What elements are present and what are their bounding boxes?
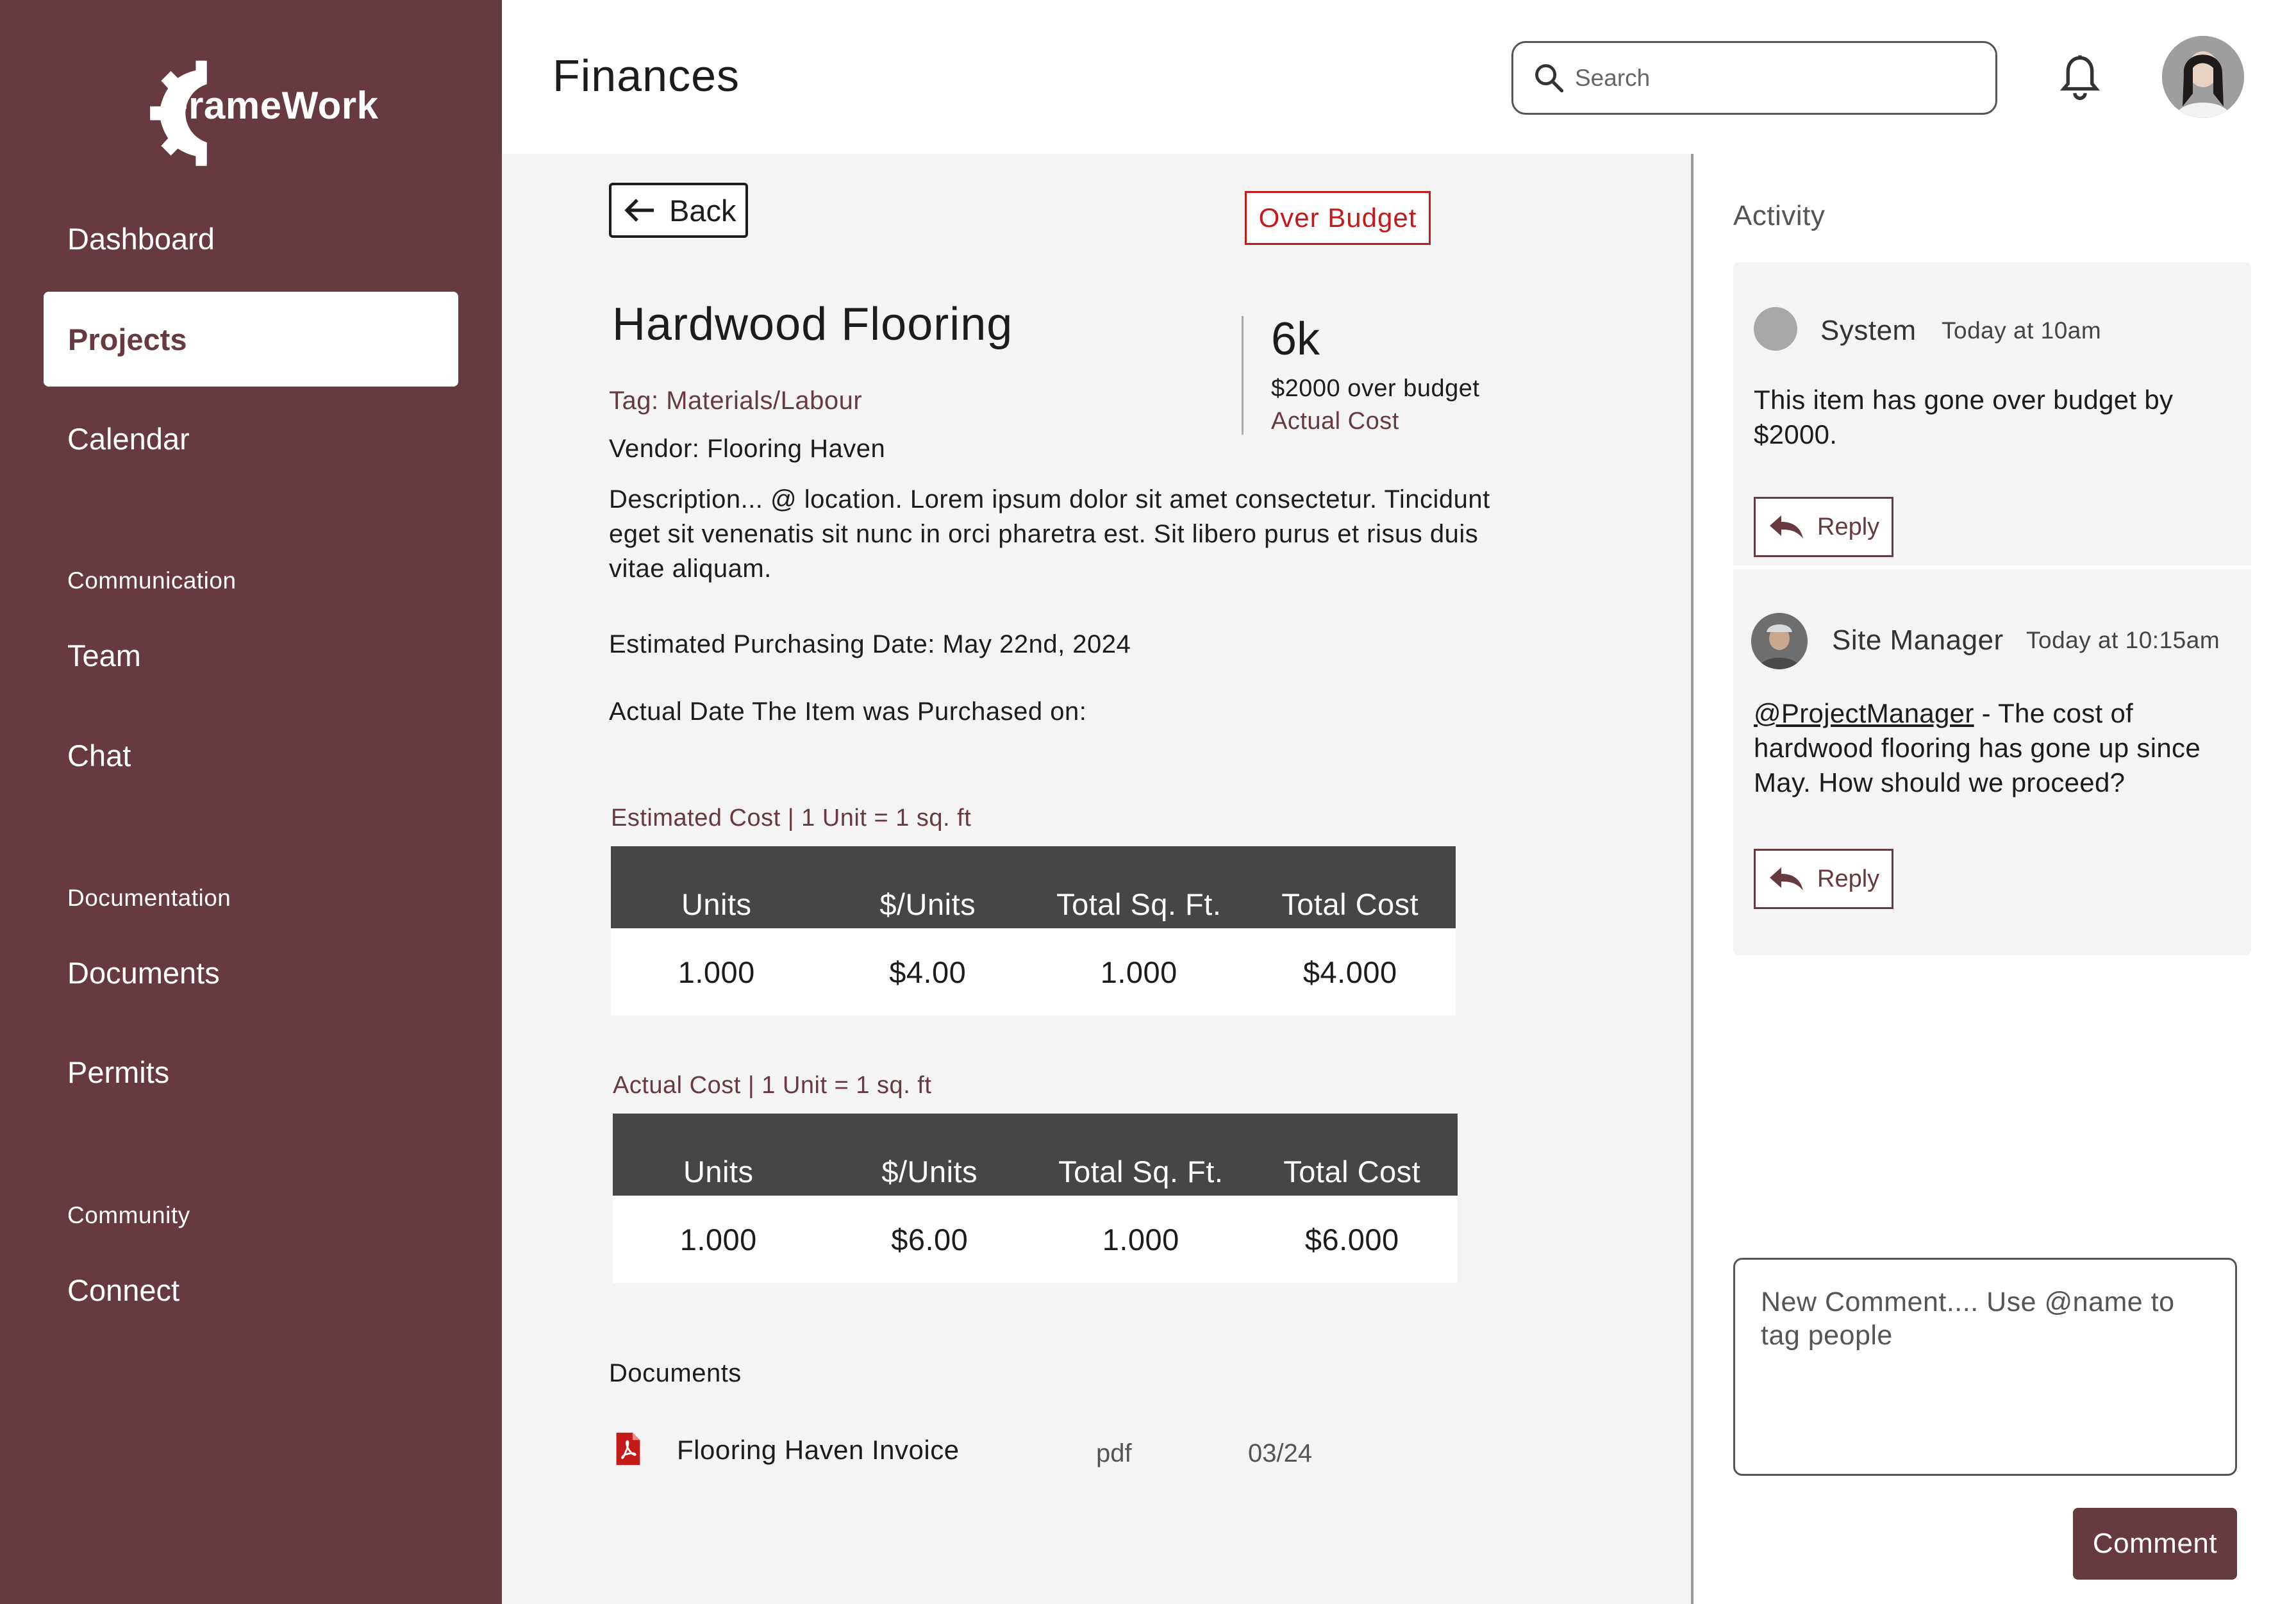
table-row: 1.000 $4.00 1.000 $4.000 <box>611 928 1456 1015</box>
nav-section-documentation: Documentation <box>67 885 231 911</box>
item-title: Hardwood Flooring <box>612 299 1013 350</box>
comment-author: Site Manager <box>1832 624 2004 656</box>
table-header-cell: Total Sq. Ft. <box>1058 1155 1224 1189</box>
summary-divider <box>1242 316 1244 435</box>
notification-bell-icon[interactable] <box>2059 54 2101 103</box>
nav-item-team[interactable]: Team <box>67 638 141 673</box>
item-tag: Tag: Materials/Labour <box>609 387 863 415</box>
table-header-cell: Total Cost <box>1283 1155 1421 1189</box>
status-badge: Over Budget <box>1245 191 1431 245</box>
reply-button[interactable]: Reply <box>1754 497 1893 557</box>
mention-link[interactable]: @ProjectManager <box>1754 698 1974 728</box>
reply-arrow-icon <box>1770 867 1803 890</box>
table-header-row: Units $/Units Total Sq. Ft. Total Cost <box>611 846 1456 928</box>
comment-text: This item has gone over budget by $2000. <box>1754 385 2174 449</box>
search-icon <box>1535 63 1564 92</box>
over-budget-amount: $2000 over budget <box>1271 375 1480 402</box>
table-cell: 1.000 <box>1100 955 1177 989</box>
item-description: Description... @ location. Lorem ipsum d… <box>609 485 1490 583</box>
nav-item-chat[interactable]: Chat <box>67 738 131 773</box>
actual-cost-label: Actual Cost <box>1271 408 1399 435</box>
reply-button-label: Reply <box>1817 865 1880 892</box>
sidebar: FrameWork Dashboard Projects Calendar Co… <box>0 0 502 1604</box>
activity-comment: Site Manager Today at 10:15am @ProjectMa… <box>1733 569 2251 955</box>
table-header-row: Units $/Units Total Sq. Ft. Total Cost <box>613 1114 1458 1196</box>
table-cell: $4.000 <box>1302 955 1397 989</box>
actual-purchase-date: Actual Date The Item was Purchased on: <box>609 698 1087 726</box>
system-avatar <box>1754 307 1797 351</box>
arrow-left-icon <box>624 199 654 222</box>
actual-cost-caption: Actual Cost | 1 Unit = 1 sq. ft <box>613 1072 932 1099</box>
actual-cost-value: 6k <box>1271 313 1320 365</box>
nav-item-calendar[interactable]: Calendar <box>67 421 190 456</box>
estimated-cost-table: Units $/Units Total Sq. Ft. Total Cost 1… <box>611 846 1456 1015</box>
document-type: pdf <box>1096 1439 1132 1467</box>
reply-arrow-icon <box>1770 515 1803 539</box>
reply-button[interactable]: Reply <box>1754 849 1893 909</box>
new-comment-box[interactable] <box>1733 1258 2237 1476</box>
reply-button-label: Reply <box>1817 513 1880 540</box>
search-input[interactable] <box>1575 64 1972 92</box>
nav-item-connect[interactable]: Connect <box>67 1273 179 1308</box>
nav-item-dashboard[interactable]: Dashboard <box>67 221 215 256</box>
nav-section-communication: Communication <box>67 567 237 594</box>
comment-button[interactable]: Comment <box>2073 1508 2237 1580</box>
document-date: 03/24 <box>1248 1439 1313 1467</box>
nav-item-permits[interactable]: Permits <box>67 1055 169 1090</box>
item-vendor: Vendor: Flooring Haven <box>609 435 886 463</box>
table-header-cell: Units <box>681 887 752 921</box>
document-name[interactable]: Flooring Haven Invoice <box>677 1435 960 1466</box>
table-header-cell: Total Cost <box>1281 887 1419 921</box>
table-cell: 1.000 <box>1102 1222 1179 1257</box>
nav-item-documents[interactable]: Documents <box>67 955 220 990</box>
pdf-file-icon[interactable] <box>613 1431 643 1467</box>
activity-title: Activity <box>1733 200 1826 231</box>
new-comment-input[interactable] <box>1761 1285 2209 1448</box>
table-cell: $6.000 <box>1304 1222 1399 1257</box>
table-cell: 1.000 <box>679 1222 757 1257</box>
table-header-cell: Total Sq. Ft. <box>1056 887 1222 921</box>
documents-heading: Documents <box>609 1359 742 1387</box>
page-title: Finances <box>553 51 740 101</box>
nav-section-community: Community <box>67 1202 190 1228</box>
top-header <box>502 0 2296 154</box>
table-row: 1.000 $6.00 1.000 $6.000 <box>613 1196 1458 1283</box>
back-button-label: Back <box>669 193 736 228</box>
search-bar[interactable] <box>1511 41 1997 115</box>
comment-time: Today at 10am <box>1942 317 2102 344</box>
nav-item-projects[interactable]: Projects <box>44 292 458 387</box>
table-cell: 1.000 <box>678 955 755 989</box>
table-header-cell: $/Units <box>881 1155 978 1189</box>
table-cell: $4.00 <box>889 955 967 989</box>
table-header-cell: Units <box>683 1155 754 1189</box>
comment-time: Today at 10:15am <box>2026 627 2220 653</box>
activity-comment: System Today at 10am This item has gone … <box>1733 262 2251 565</box>
estimated-purchase-date: Estimated Purchasing Date: May 22nd, 202… <box>609 630 1131 658</box>
table-cell: $6.00 <box>891 1222 969 1257</box>
actual-cost-table: Units $/Units Total Sq. Ft. Total Cost 1… <box>613 1114 1458 1283</box>
comment-author: System <box>1820 315 1917 346</box>
user-avatar[interactable] <box>2162 36 2244 118</box>
back-button[interactable]: Back <box>609 183 748 238</box>
comment-text: @ProjectManager - The cost of hardwood f… <box>1754 696 2228 800</box>
table-header-cell: $/Units <box>879 887 976 921</box>
user-avatar-image <box>2162 36 2244 118</box>
estimated-cost-caption: Estimated Cost | 1 Unit = 1 sq. ft <box>611 805 972 831</box>
site-manager-avatar <box>1751 613 1808 669</box>
logo-text[interactable]: FrameWork <box>165 83 379 128</box>
site-manager-avatar-image <box>1751 613 1808 669</box>
